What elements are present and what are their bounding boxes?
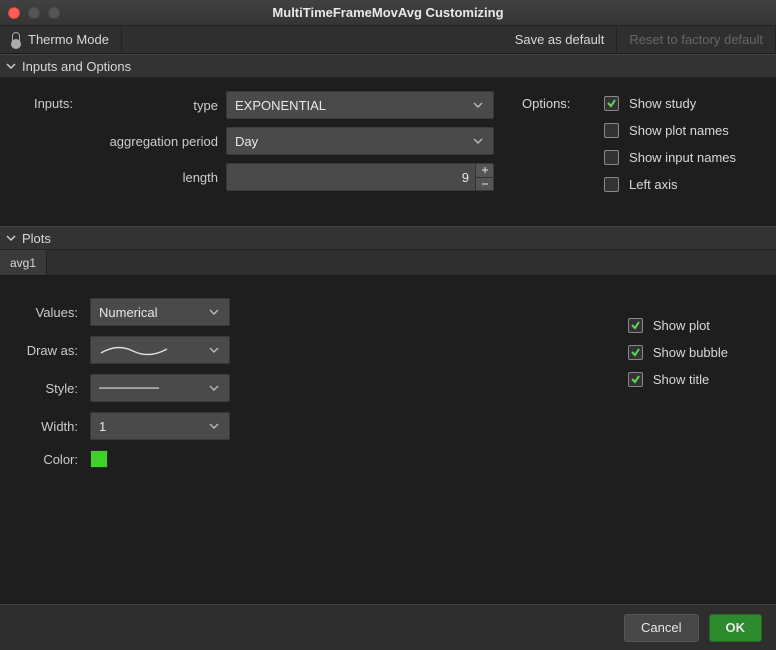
thermo-mode-label: Thermo Mode: [28, 32, 109, 47]
show-title-label: Show title: [653, 372, 709, 387]
show-input-names-label: Show input names: [629, 150, 736, 165]
plots-tabbar: avg1: [0, 250, 776, 276]
width-label: Width:: [18, 419, 78, 434]
style-select[interactable]: [90, 374, 230, 402]
caret-down-icon: [209, 423, 219, 429]
line-preview-icon: [99, 384, 159, 392]
cancel-button[interactable]: Cancel: [624, 614, 698, 642]
values-select[interactable]: Numerical: [90, 298, 230, 326]
options-label: Options:: [522, 96, 570, 111]
length-spinner: [475, 164, 493, 190]
show-study-checkbox[interactable]: [604, 96, 619, 111]
thermometer-icon: [12, 32, 20, 48]
show-plot-checkbox[interactable]: [628, 318, 643, 333]
decrement-button[interactable]: [476, 178, 493, 191]
left-axis-checkbox[interactable]: [604, 177, 619, 192]
type-value: EXPONENTIAL: [235, 98, 326, 113]
values-label: Values:: [18, 305, 78, 320]
length-input[interactable]: 9: [226, 163, 494, 191]
section-inputs-options-header[interactable]: Inputs and Options: [0, 54, 776, 78]
drawas-select[interactable]: [90, 336, 230, 364]
agg-value: Day: [235, 134, 258, 149]
left-axis-label: Left axis: [629, 177, 677, 192]
thermo-mode-button[interactable]: Thermo Mode: [0, 26, 122, 53]
show-input-names-checkbox[interactable]: [604, 150, 619, 165]
plus-icon: [481, 166, 489, 174]
type-select[interactable]: EXPONENTIAL: [226, 91, 494, 119]
section-plots-title: Plots: [22, 231, 51, 246]
curve-preview-icon: [99, 343, 169, 357]
ok-label: OK: [726, 620, 746, 635]
show-plot-label: Show plot: [653, 318, 710, 333]
toolbar: Thermo Mode Save as default Reset to fac…: [0, 26, 776, 54]
chevron-down-icon: [6, 61, 16, 71]
increment-button[interactable]: [476, 164, 493, 178]
show-plot-names-checkbox[interactable]: [604, 123, 619, 138]
style-label: Style:: [18, 381, 78, 396]
caret-down-icon: [209, 309, 219, 315]
ok-button[interactable]: OK: [709, 614, 763, 642]
color-swatch: [90, 450, 108, 468]
show-study-label: Show study: [629, 96, 696, 111]
caret-down-icon: [473, 138, 483, 144]
length-label: length: [18, 170, 218, 185]
show-plot-names-label: Show plot names: [629, 123, 729, 138]
show-title-checkbox[interactable]: [628, 372, 643, 387]
window-controls: [8, 7, 60, 19]
plot-tab-avg1[interactable]: avg1: [0, 250, 47, 275]
section-inputs-options-title: Inputs and Options: [22, 59, 131, 74]
aggregation-select[interactable]: Day: [226, 127, 494, 155]
cancel-label: Cancel: [641, 620, 681, 635]
caret-down-icon: [473, 102, 483, 108]
caret-down-icon: [209, 385, 219, 391]
caret-down-icon: [209, 347, 219, 353]
save-default-button[interactable]: Save as default: [503, 26, 618, 53]
color-label: Color:: [18, 452, 78, 467]
section-plots-header[interactable]: Plots: [0, 226, 776, 250]
window-title: MultiTimeFrameMovAvg Customizing: [0, 5, 776, 20]
agg-label: aggregation period: [18, 134, 218, 149]
window-titlebar: MultiTimeFrameMovAvg Customizing: [0, 0, 776, 26]
close-icon[interactable]: [8, 7, 20, 19]
footer: Cancel OK: [0, 604, 776, 650]
section-inputs-options-body: Inputs: type EXPONENTIAL aggregation per…: [0, 78, 776, 226]
minimize-icon[interactable]: [28, 7, 40, 19]
show-bubble-label: Show bubble: [653, 345, 728, 360]
length-value: 9: [462, 170, 469, 185]
plot-tab-label: avg1: [10, 256, 36, 270]
drawas-label: Draw as:: [18, 343, 78, 358]
minus-icon: [481, 180, 489, 188]
color-picker[interactable]: [90, 450, 230, 468]
width-value: 1: [99, 419, 106, 434]
section-plots-body: Values: Numerical Draw as: Style:: [0, 276, 776, 490]
reset-factory-label: Reset to factory default: [629, 32, 763, 47]
values-value: Numerical: [99, 305, 158, 320]
type-label: type: [18, 98, 218, 113]
reset-factory-button: Reset to factory default: [617, 26, 776, 53]
maximize-icon[interactable]: [48, 7, 60, 19]
show-bubble-checkbox[interactable]: [628, 345, 643, 360]
width-select[interactable]: 1: [90, 412, 230, 440]
save-default-label: Save as default: [515, 32, 605, 47]
chevron-down-icon: [6, 233, 16, 243]
